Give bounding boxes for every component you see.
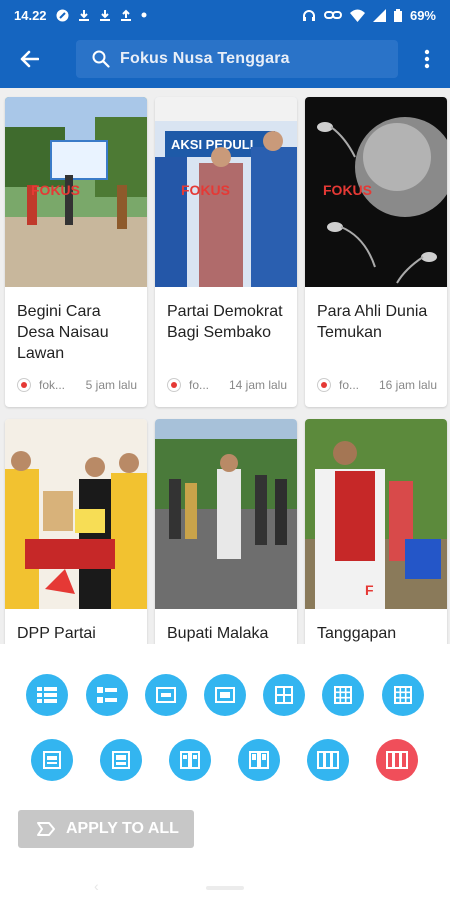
columns-3-icon [317, 751, 339, 769]
news-time: 16 jam lalu [378, 378, 437, 392]
card-wide-icon [156, 687, 176, 703]
system-nav-bar: ‹ [0, 876, 450, 896]
status-bar: 14.22 69% [0, 0, 450, 30]
svg-text:F: F [365, 582, 374, 598]
news-source: fo... [189, 378, 210, 392]
layout-grid-3x3-button[interactable] [382, 674, 424, 716]
card-wide-icon [215, 687, 235, 703]
search-text: Fokus Nusa Tenggara [120, 50, 290, 67]
svg-text:FOKUS: FOKUS [31, 182, 80, 198]
grid-2x2-icon [275, 686, 293, 704]
news-title: Tanggapan [317, 625, 397, 642]
columns-2-icon [180, 751, 200, 769]
news-grid: FOKUS Begini Cara Desa Naisau Lawan fok.… [0, 88, 450, 644]
arrow-back-icon [20, 50, 39, 68]
news-thumbnail: F [305, 419, 447, 609]
columns-2-icon [249, 751, 269, 769]
download-icon [99, 9, 110, 21]
news-card[interactable]: F Tanggapan [305, 419, 447, 644]
news-source: fo... [339, 378, 360, 392]
news-title: DPP Partai [17, 625, 96, 642]
news-card[interactable]: FOKUS Begini Cara Desa Naisau Lawan fok.… [5, 97, 147, 407]
single-card-icon [112, 751, 130, 769]
news-card[interactable]: Bupati Malaka [155, 419, 297, 644]
upload-icon [120, 9, 131, 21]
nav-home-pill[interactable] [206, 886, 244, 890]
app-bar: Fokus Nusa Tenggara [0, 30, 450, 88]
headset-icon [302, 9, 315, 21]
news-thumbnail: FOKUS [5, 97, 147, 287]
layout-columns-2-button[interactable] [169, 739, 211, 781]
dot-icon [141, 12, 147, 18]
columns-3-selected-icon [386, 751, 408, 769]
search-icon [92, 50, 110, 68]
source-logo-icon [167, 378, 181, 392]
back-button[interactable] [0, 30, 58, 88]
layout-list-small-button[interactable] [26, 674, 68, 716]
source-logo-icon [17, 378, 31, 392]
grid-3x3-icon [394, 686, 412, 704]
svg-text:FOKUS: FOKUS [323, 182, 372, 198]
layout-card-wide-button[interactable] [204, 674, 246, 716]
source-logo-icon [317, 378, 331, 392]
wifi-icon [349, 9, 365, 22]
layout-columns-3-button[interactable] [307, 739, 349, 781]
data-usage-icon [78, 9, 89, 21]
news-thumbnail [5, 419, 147, 609]
layout-grid-2x2-button[interactable] [263, 674, 305, 716]
news-title: Bupati Malaka [167, 625, 269, 642]
nav-back-icon[interactable]: ‹ [94, 878, 99, 894]
layout-chooser-sheet: APPLY TO ALL ‹ [0, 644, 450, 900]
apply-to-all-label: APPLY TO ALL [66, 820, 179, 837]
status-time: 14.22 [14, 7, 47, 23]
layout-columns-3-selected-button[interactable] [376, 739, 418, 781]
list-small-icon [37, 687, 57, 703]
news-card[interactable]: FOKUS Para Ahli Dunia Temukan fo... 16 j… [305, 97, 447, 407]
news-card[interactable]: AKSI PEDULI FOKUS Partai Demokrat Bagi S… [155, 97, 297, 407]
news-thumbnail [155, 419, 297, 609]
news-thumbnail: AKSI PEDULI FOKUS [155, 97, 297, 287]
apply-to-all-button[interactable]: APPLY TO ALL [18, 810, 194, 848]
layout-grid-3x3-button[interactable] [322, 674, 364, 716]
news-meta: fo... 16 jam lalu [305, 373, 447, 397]
news-meta: fo... 14 jam lalu [155, 373, 297, 397]
list-medium-icon [97, 687, 117, 703]
layout-list-medium-button[interactable] [86, 674, 128, 716]
layout-columns-2-button[interactable] [238, 739, 280, 781]
battery-icon [393, 8, 402, 22]
signal-icon [372, 8, 386, 22]
more-vert-icon [424, 49, 430, 69]
news-title: Para Ahli Dunia Temukan [317, 303, 428, 341]
news-time: 14 jam lalu [228, 378, 287, 392]
news-card[interactable]: DPP Partai [5, 419, 147, 644]
link-icon [323, 11, 342, 19]
layout-card-wide-button[interactable] [145, 674, 187, 716]
svg-text:AKSI PEDULI: AKSI PEDULI [171, 137, 253, 152]
news-time: 5 jam lalu [85, 378, 137, 392]
more-options-button[interactable] [412, 30, 442, 88]
news-thumbnail: FOKUS [305, 97, 447, 287]
news-title: Partai Demokrat Bagi Sembako [167, 303, 283, 341]
news-meta: fok... 5 jam lalu [5, 373, 147, 397]
battery-level: 69% [409, 7, 436, 23]
svg-text:FOKUS: FOKUS [181, 182, 230, 198]
layout-single-card-button[interactable] [100, 739, 142, 781]
news-title: Begini Cara Desa Naisau Lawan [17, 303, 109, 362]
single-card-icon [43, 751, 61, 769]
label-arrow-icon [37, 822, 55, 836]
notification-icon [56, 9, 69, 21]
news-source: fok... [39, 378, 66, 392]
grid-3x3-icon [334, 686, 352, 704]
search-field[interactable]: Fokus Nusa Tenggara [76, 40, 398, 78]
layout-single-card-button[interactable] [31, 739, 73, 781]
